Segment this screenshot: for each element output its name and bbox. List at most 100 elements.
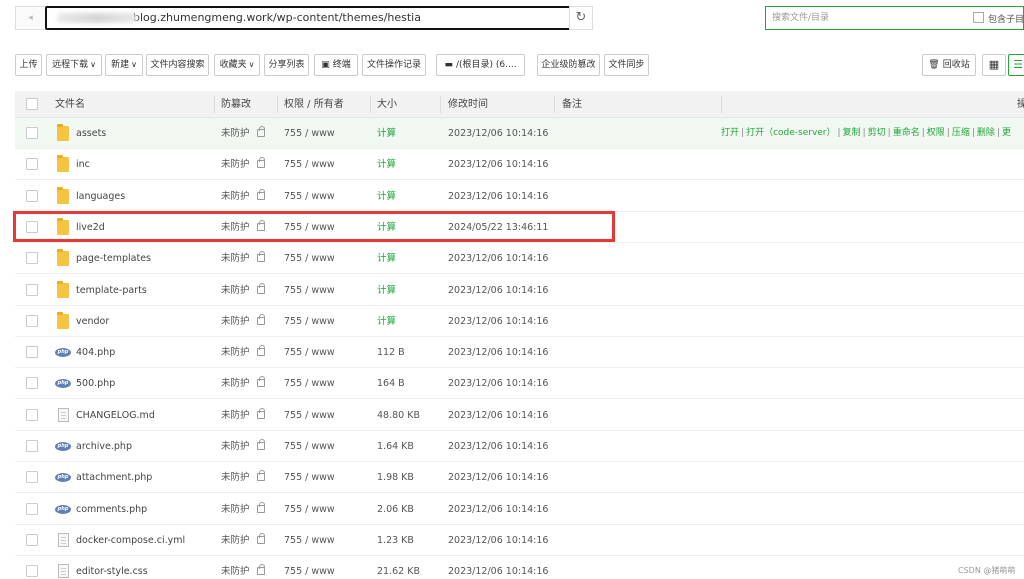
row-checkbox[interactable] [26, 502, 38, 515]
row-checkbox[interactable] [26, 346, 38, 359]
permission[interactable]: 755 / www [284, 118, 335, 149]
op-compress[interactable]: 压缩 [952, 128, 970, 138]
list-view-icon[interactable]: ☰ [1008, 54, 1024, 76]
file-name[interactable]: assets [76, 118, 106, 149]
file-name[interactable]: vendor [76, 306, 109, 337]
row-checkbox[interactable] [26, 377, 38, 390]
table-row[interactable]: php archive.php 未防护 755 / www 1.64 KB 2023/12… [15, 431, 1024, 462]
recycle-button[interactable]: 🗑 回收站 [922, 54, 976, 76]
col-size[interactable]: 大小 [377, 91, 397, 118]
row-checkbox[interactable] [26, 471, 38, 484]
table-row[interactable]: template-parts 未防护 755 / www 计算 2023/12/06 1… [15, 275, 1024, 306]
permission[interactable]: 755 / www [284, 337, 335, 368]
table-row[interactable]: php 404.php 未防护 755 / www 112 B 2023/12/06 10… [15, 337, 1024, 369]
permission[interactable]: 755 / www [284, 275, 335, 306]
table-row[interactable]: vendor 未防护 755 / www 计算 2023/12/06 10:14:16 [15, 306, 1024, 337]
share-list-button[interactable]: 分享列表 [264, 54, 309, 76]
file-name[interactable]: 500.php [76, 368, 115, 399]
table-row[interactable]: editor-style.css 未防护 755 / www 21.62 KB 2023… [15, 556, 1024, 579]
table-row[interactable]: page-templates 未防护 755 / www 计算 2023/12/06 1… [15, 243, 1024, 275]
row-checkbox[interactable] [26, 127, 38, 139]
lock-icon[interactable] [257, 313, 265, 325]
lock-icon[interactable] [257, 439, 265, 450]
permission[interactable]: 755 / www [284, 149, 335, 180]
favorites-button[interactable]: 收藏夹 ∨ [214, 54, 260, 76]
file-name[interactable]: editor-style.css [76, 556, 148, 579]
sync-button[interactable]: 文件同步 [604, 54, 649, 76]
row-checkbox[interactable] [26, 283, 38, 296]
table-row[interactable]: docker-compose.ci.yml 未防护 755 / www 1.23 KB… [15, 525, 1024, 556]
permission[interactable]: 755 / www [284, 400, 335, 431]
row-checkbox[interactable] [26, 440, 38, 452]
back-icon[interactable]: ◂ [15, 6, 45, 30]
lock-icon[interactable] [257, 470, 265, 482]
op-permission[interactable]: 权限 [927, 128, 945, 138]
size-calc-link[interactable]: 计算 [377, 275, 396, 306]
table-row[interactable]: inc 未防护 755 / www 计算 2023/12/06 10:14:16 [15, 149, 1024, 181]
table-row[interactable]: php comments.php 未防护 755 / www 2.06 KB 2023/1… [15, 494, 1024, 525]
file-name[interactable]: template-parts [76, 275, 147, 306]
table-row[interactable]: php 500.php 未防护 755 / www 164 B 2023/12/06 10… [15, 368, 1024, 400]
content-search-button[interactable]: 文件内容搜索 [146, 54, 209, 76]
table-row[interactable]: assets 未防护 755 / www 计算 2023/12/06 10:14… [15, 118, 1024, 149]
file-name[interactable]: comments.php [76, 494, 147, 525]
lock-icon[interactable] [257, 564, 265, 576]
table-row[interactable]: php attachment.php 未防护 755 / www 1.98 KB 2023… [15, 462, 1024, 494]
permission[interactable]: 755 / www [284, 462, 335, 493]
size-calc-link[interactable]: 计算 [377, 181, 396, 212]
op-log-button[interactable]: 文件操作记录 [362, 54, 426, 76]
file-name[interactable]: languages [76, 181, 125, 212]
row-checkbox[interactable] [26, 565, 38, 578]
col-tamper[interactable]: 防篡改 [221, 91, 251, 118]
col-mtime[interactable]: 修改时间 [448, 91, 488, 118]
col-name[interactable]: 文件名 [55, 91, 85, 118]
size-calc-link[interactable]: 计算 [377, 306, 396, 337]
new-button[interactable]: 新建 ∨ [105, 54, 143, 76]
permission[interactable]: 755 / www [284, 181, 335, 212]
grid-view-icon[interactable]: ▦ [982, 54, 1006, 76]
lock-icon[interactable] [257, 251, 265, 263]
file-name[interactable]: CHANGELOG.md [76, 400, 155, 431]
path-input[interactable]: blog.zhumengmeng.work/wp-content/themes/… [45, 6, 584, 30]
row-checkbox[interactable] [26, 533, 38, 546]
table-row[interactable]: CHANGELOG.md 未防护 755 / www 48.80 KB 2023/12/… [15, 400, 1024, 431]
search-input[interactable] [766, 7, 956, 29]
table-row[interactable]: languages 未防护 755 / www 计算 2023/12/06 10:14:… [15, 181, 1024, 212]
lock-icon[interactable] [257, 126, 265, 137]
row-checkbox[interactable] [26, 314, 38, 327]
file-name[interactable]: attachment.php [76, 462, 152, 493]
file-name[interactable]: docker-compose.ci.yml [76, 525, 185, 556]
permission[interactable]: 755 / www [284, 431, 335, 462]
select-all-checkbox[interactable] [26, 98, 38, 110]
remote-download-button[interactable]: 远程下载 ∨ [46, 54, 102, 76]
file-name[interactable]: 404.php [76, 337, 115, 368]
op-open-code-server[interactable]: 打开（code-server） [746, 128, 835, 138]
row-checkbox[interactable] [26, 158, 38, 171]
file-name[interactable]: archive.php [76, 431, 132, 462]
permission[interactable]: 755 / www [284, 525, 335, 556]
size-calc-link[interactable]: 计算 [377, 149, 396, 180]
include-subdir-checkbox[interactable] [973, 12, 984, 23]
terminal-button[interactable]: ▣ 终端 [314, 54, 358, 76]
permission[interactable]: 755 / www [284, 243, 335, 274]
permission[interactable]: 755 / www [284, 306, 335, 337]
size-calc-link[interactable]: 计算 [377, 118, 396, 149]
row-checkbox[interactable] [26, 252, 38, 265]
op-more[interactable]: 更 [1002, 128, 1011, 138]
lock-icon[interactable] [257, 407, 265, 419]
row-checkbox[interactable] [26, 408, 38, 421]
size-calc-link[interactable]: 计算 [377, 243, 396, 274]
refresh-icon[interactable]: ↻ [569, 6, 593, 30]
tamper-button[interactable]: 企业级防篡改 [537, 54, 600, 76]
op-copy[interactable]: 复制 [843, 128, 861, 138]
lock-icon[interactable] [257, 282, 265, 294]
row-checkbox[interactable] [26, 189, 38, 202]
disk-button[interactable]: ▬/(根目录) (6.... [436, 54, 525, 76]
lock-icon[interactable] [257, 532, 265, 544]
lock-icon[interactable] [257, 157, 265, 169]
lock-icon[interactable] [257, 188, 265, 200]
file-name[interactable]: page-templates [76, 243, 151, 274]
lock-icon[interactable] [257, 376, 265, 388]
op-delete[interactable]: 删除 [977, 128, 995, 138]
op-open[interactable]: 打开 [721, 128, 739, 138]
